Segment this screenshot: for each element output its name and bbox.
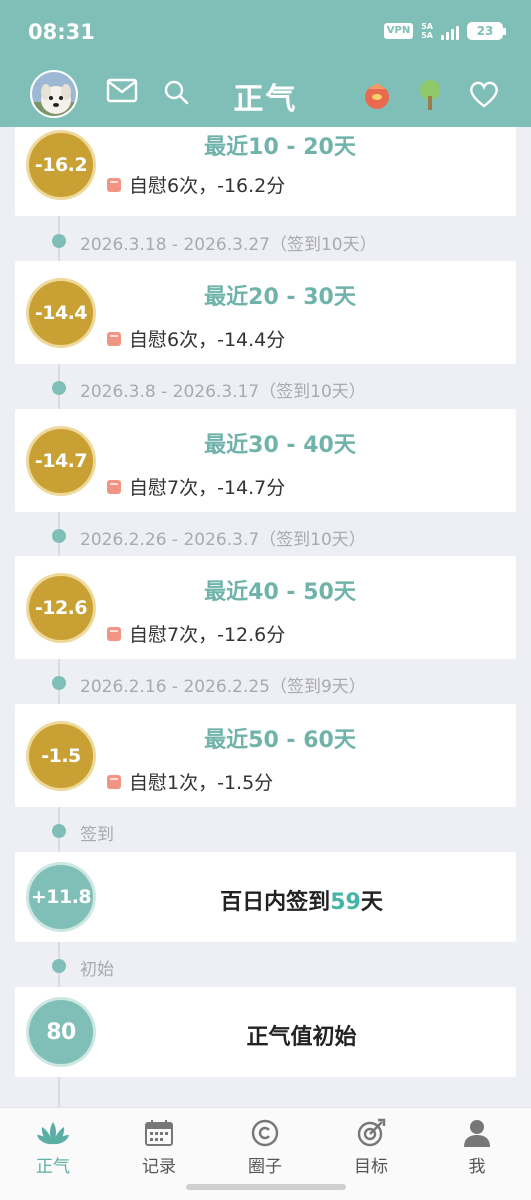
tab-label: 圈子 [248,1157,282,1177]
score-badge: 80 [29,1000,93,1064]
tab-quanzi[interactable]: 圈子 [212,1118,318,1177]
page-title: 正气 [233,82,298,117]
tab-label: 记录 [142,1157,176,1177]
period-detail: 自慰7次，-12.6分 [129,624,286,646]
period-detail: 自慰7次，-14.7分 [129,477,286,499]
score-badge: -12.6 [29,576,93,640]
lotus-icon [37,1122,69,1145]
status-time: 08:31 [28,20,95,44]
timeline-dot [52,959,66,973]
user-icon [464,1120,490,1147]
date-range: 2026.3.18 - 2026.3.27（签到10天） [80,235,377,255]
tab-label: 目标 [354,1157,388,1177]
period-title: 最近50 - 60天 [204,728,356,753]
date-range: 2026.3.8 - 2026.3.17（签到10天） [80,382,366,402]
period-detail: 自慰1次，-1.5分 [129,772,274,794]
circle-icon [251,1119,279,1147]
period-card[interactable]: -16.2 最近10 - 20天 自慰6次，-16.2分 [15,127,516,216]
period-card[interactable]: -14.7 最近30 - 40天 自慰7次，-14.7分 [15,409,516,512]
status-bar: 08:31 VPN 5A 5A 23 [0,0,531,62]
timeline-dot [52,529,66,543]
period-card[interactable]: -14.4 最近20 - 30天 自慰6次，-14.4分 [15,261,516,364]
heart-icon[interactable] [468,80,500,112]
tab-jilu[interactable]: 记录 [106,1118,212,1177]
network-type: 5A 5A [421,22,433,40]
vpn-icon: VPN [383,23,414,39]
date-range: 2026.2.26 - 2026.3.7（签到10天） [80,530,366,550]
home-indicator[interactable] [186,1184,346,1190]
tissue-icon [107,626,121,641]
score-badge: +11.8 [29,865,93,929]
score-badge: -14.4 [29,281,93,345]
timeline-date-row: 2026.2.26 - 2026.3.7（签到10天） [0,517,531,555]
timeline-dot [52,824,66,838]
timeline-date-row: 2026.3.8 - 2026.3.17（签到10天） [0,369,531,407]
checkin-label: 签到 [80,825,114,845]
initial-label: 初始 [80,960,114,980]
tissue-icon [107,331,121,346]
initial-card[interactable]: 80 正气值初始 [15,987,516,1077]
tab-label: 正气 [36,1157,70,1177]
checkin-summary: 百日内签到59天 [220,890,383,915]
period-title: 最近40 - 50天 [204,580,356,605]
app-header: 08:31 VPN 5A 5A 23 正气 [0,0,531,127]
tab-wo[interactable]: 我 [424,1118,530,1177]
battery-level: 23 [476,24,494,38]
period-title: 最近20 - 30天 [204,285,356,310]
score-timeline[interactable]: -16.2 最近10 - 20天 自慰6次，-16.2分 2026.3.18 -… [0,127,531,1107]
timeline-dot [52,381,66,395]
period-title: 最近10 - 20天 [204,135,356,160]
checkin-card[interactable]: +11.8 百日内签到59天 [15,852,516,942]
battery-icon: 23 [467,22,506,40]
timeline-label-row: 签到 [0,812,531,850]
period-title: 最近30 - 40天 [204,433,356,458]
signal-icon [441,22,459,40]
tab-zhengqi[interactable]: 正气 [0,1118,106,1177]
period-detail: 自慰6次，-16.2分 [129,175,286,197]
timeline-dot [52,234,66,248]
timeline-date-row: 2026.3.18 - 2026.3.27（签到10天） [0,222,531,260]
status-icons: VPN 5A 5A 23 [383,22,506,40]
tissue-icon [107,774,121,789]
toolbar: 正气 [0,62,531,127]
calendar-icon [145,1120,173,1146]
tree-icon[interactable] [418,78,442,116]
target-icon [357,1118,386,1147]
tab-label: 我 [468,1157,486,1177]
period-card[interactable]: -1.5 最近50 - 60天 自慰1次，-1.5分 [15,704,516,807]
timeline-date-row: 2026.2.16 - 2026.2.25（签到9天） [0,664,531,702]
score-badge: -16.2 [29,133,93,197]
date-range: 2026.2.16 - 2026.2.25（签到9天） [80,677,366,697]
tab-mubiao[interactable]: 目标 [318,1118,424,1177]
tissue-icon [107,479,121,494]
initial-text: 正气值初始 [246,1025,357,1050]
score-badge: -14.7 [29,429,93,493]
period-detail: 自慰6次，-14.4分 [129,329,286,351]
period-card[interactable]: -12.6 最近40 - 50天 自慰7次，-12.6分 [15,556,516,659]
timeline-dot [52,676,66,690]
tissue-icon [107,177,121,192]
red-envelope-icon[interactable] [362,80,392,114]
score-badge: -1.5 [29,724,93,788]
checkin-days: 59 [330,890,361,915]
timeline-label-row: 初始 [0,947,531,985]
